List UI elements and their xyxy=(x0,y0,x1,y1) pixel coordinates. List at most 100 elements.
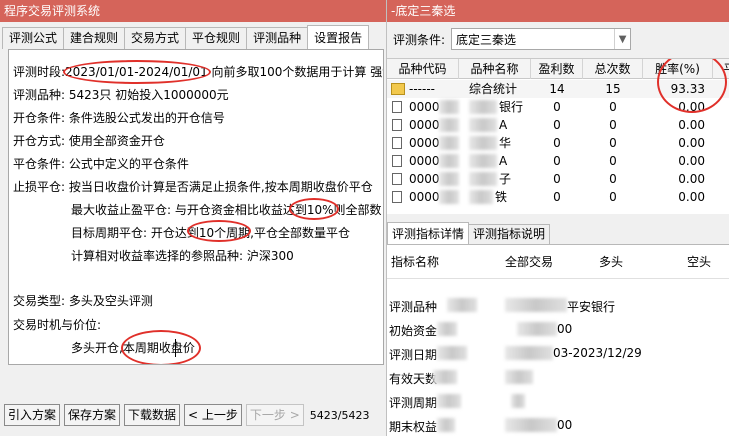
detail-tabs: 评测指标详情 评测指标说明 xyxy=(387,222,551,244)
stoploss-label: 止损平仓: xyxy=(13,180,66,194)
redaction-blur xyxy=(469,136,497,150)
redaction-blur xyxy=(433,370,457,384)
tab-report-settings[interactable]: 设置报告 xyxy=(307,25,370,49)
detail-row-value: 平安银行 xyxy=(567,300,616,314)
progress-indicator: 5423/5423 xyxy=(309,408,370,422)
detail-row-name: 初始资金 xyxy=(389,324,438,338)
prev-step-button[interactable]: < 上一步 xyxy=(184,404,242,426)
col-win-rate[interactable]: 胜率(%) xyxy=(643,59,713,79)
report-line-symbols: 评测品种: 5423只 初始投入1000000元 xyxy=(13,87,229,103)
redaction-blur xyxy=(505,346,553,360)
report-line-period: 评测时段:2023/01/01-2024/01/01 向前多取100个数据用于计… xyxy=(13,64,384,80)
report-line-long-open: 多头开仓,本周期收盘价 xyxy=(71,341,195,355)
cell-total: 0 xyxy=(609,172,617,186)
report-line-timing-label: 交易时机与价位: xyxy=(13,318,102,332)
cell-name: 综合统计 xyxy=(469,82,518,96)
cell-wins: 0 xyxy=(553,190,561,204)
cell-wins: 0 xyxy=(553,136,561,150)
redaction-blur xyxy=(439,172,459,186)
detail-row-name: 评测日期 xyxy=(389,348,438,362)
detail-row-name: 有效天数 xyxy=(389,372,438,386)
cell-name: 子 xyxy=(499,172,512,186)
redaction-blur xyxy=(437,394,461,408)
close-cond-label: 平仓条件: xyxy=(13,157,66,171)
open-cond-text: 条件选股公式发出的开仓信号 xyxy=(68,111,225,125)
report-panel: 评测时段:2023/01/01-2024/01/01 向前多取100个数据用于计… xyxy=(8,49,384,365)
table-row[interactable]: 0000 银行 0 0 0.00 xyxy=(387,98,729,116)
cell-wins: 0 xyxy=(553,172,561,186)
stoploss-text: 按当日收盘价计算是否满足止损条件,按本周期收盘价平仓 xyxy=(68,180,373,194)
detail-row-value: 00 xyxy=(557,322,573,336)
cell-rate: 0.00 xyxy=(678,190,705,204)
cell-wins: 0 xyxy=(553,118,561,132)
redaction-blur xyxy=(437,418,455,432)
next-step-button[interactable]: 下一步 > xyxy=(245,404,304,426)
table-row[interactable]: 0000 铁 0 0 0.00 xyxy=(387,188,729,206)
redaction-blur xyxy=(505,370,533,384)
cell-code: 0000 xyxy=(409,100,440,114)
symbols-text: 5423只 初始投入1000000元 xyxy=(68,88,229,102)
detail-row-name: 评测周期 xyxy=(389,396,438,410)
cell-code: 0000 xyxy=(409,118,440,132)
document-icon xyxy=(392,173,402,185)
cell-wins: 0 xyxy=(553,100,561,114)
detail-row: 初始资金 xyxy=(389,322,437,339)
period-label: 评测时段: xyxy=(13,65,66,79)
cell-wins: 0 xyxy=(553,154,561,168)
window-title: 程序交易评测系统 xyxy=(0,0,386,22)
results-window-title: -底定三秦选 xyxy=(387,0,729,22)
cell-rate: 0.00 xyxy=(678,154,705,168)
tab-metric-help[interactable]: 评测指标说明 xyxy=(468,224,551,244)
table-row[interactable]: 0000 华 0 0 0.00 xyxy=(387,134,729,152)
cell-name: A xyxy=(499,118,508,132)
text-cursor xyxy=(175,339,176,357)
cell-total: 0 xyxy=(609,154,617,168)
col-total[interactable]: 总次数 xyxy=(583,59,643,79)
table-row[interactable]: 0000 A 0 0 0.00 xyxy=(387,116,729,134)
report-line-stoploss: 止损平仓: 按当日收盘价计算是否满足止损条件,按本周期收盘价平仓 xyxy=(13,179,373,195)
table-row[interactable]: 0000 A 0 0 0.00 xyxy=(387,152,729,170)
cell-rate: 0.00 xyxy=(678,172,705,186)
tab-test-symbols[interactable]: 评测品种 xyxy=(246,27,309,49)
col-wins[interactable]: 盈利数 xyxy=(531,59,583,79)
period-text: 2023/01/01-2024/01/01 向前多取100个数据用于计算 强制 xyxy=(65,65,384,79)
redaction-blur xyxy=(439,100,459,114)
tab-open-rules[interactable]: 建合规则 xyxy=(63,27,126,49)
report-line-close-cond: 平仓条件: 公式中定义的平仓条件 xyxy=(13,156,189,172)
tab-formula[interactable]: 评测公式 xyxy=(2,27,65,49)
tab-trade-mode[interactable]: 交易方式 xyxy=(124,27,187,49)
backtest-window: 程序交易评测系统 评测公式 建合规则 交易方式 平仓规则 评测品种 设置报告 评… xyxy=(0,0,386,436)
detail-row: 期末权益 xyxy=(389,418,437,435)
detail-row: 评测周期 xyxy=(389,394,437,411)
redaction-blur xyxy=(469,100,497,114)
save-scheme-button[interactable]: 保存方案 xyxy=(64,404,121,426)
metric-detail-panel: 指标名称 全部交易 多头 空头 评测品种 平安银行 初始资金 00 评测日期 0… xyxy=(387,244,729,436)
summary-icon xyxy=(391,83,405,95)
report-line-take-profit: 最大收益止盈平仓: 与开仓资金相比收益达到10%则全部数 xyxy=(71,203,382,217)
report-line-benchmark: 计算相对收益率选择的参照品种: 沪深300 xyxy=(71,249,294,263)
tab-metric-details[interactable]: 评测指标详情 xyxy=(387,222,470,244)
table-row[interactable]: 0000 子 0 0 0.00 xyxy=(387,170,729,188)
redaction-blur xyxy=(437,322,457,336)
cell-total: 15 xyxy=(605,82,621,96)
chevron-down-icon[interactable]: ▼ xyxy=(614,29,630,49)
redaction-blur xyxy=(439,154,459,168)
condition-value: 底定三秦选 xyxy=(456,32,517,47)
results-table: 品种代码 品种名称 盈利数 总次数 胜率(%) 平 ------ 综合统计 14… xyxy=(387,58,729,214)
col-more[interactable]: 平 xyxy=(713,59,729,79)
download-data-button[interactable]: 下载数据 xyxy=(124,404,181,426)
condition-select[interactable]: 底定三秦选 ▼ xyxy=(451,28,632,50)
col-name[interactable]: 品种名称 xyxy=(459,59,531,79)
report-line-target-period: 目标周期平仓: 开仓达到10个周期,平仓全部数量平仓 xyxy=(71,226,350,240)
tab-close-rules[interactable]: 平仓规则 xyxy=(185,27,248,49)
import-scheme-button[interactable]: 引入方案 xyxy=(4,404,61,426)
redaction-blur xyxy=(447,298,477,312)
detail-row-value: 03-2023/12/29 xyxy=(553,346,642,360)
col-code[interactable]: 品种代码 xyxy=(387,59,459,79)
redaction-blur xyxy=(511,394,525,408)
detail-col-all: 全部交易 xyxy=(505,255,554,269)
redaction-blur xyxy=(517,322,557,336)
detail-row: 评测日期 xyxy=(389,346,437,363)
redaction-blur xyxy=(469,118,497,132)
table-row-summary[interactable]: ------ 综合统计 14 15 93.33 xyxy=(387,80,729,98)
